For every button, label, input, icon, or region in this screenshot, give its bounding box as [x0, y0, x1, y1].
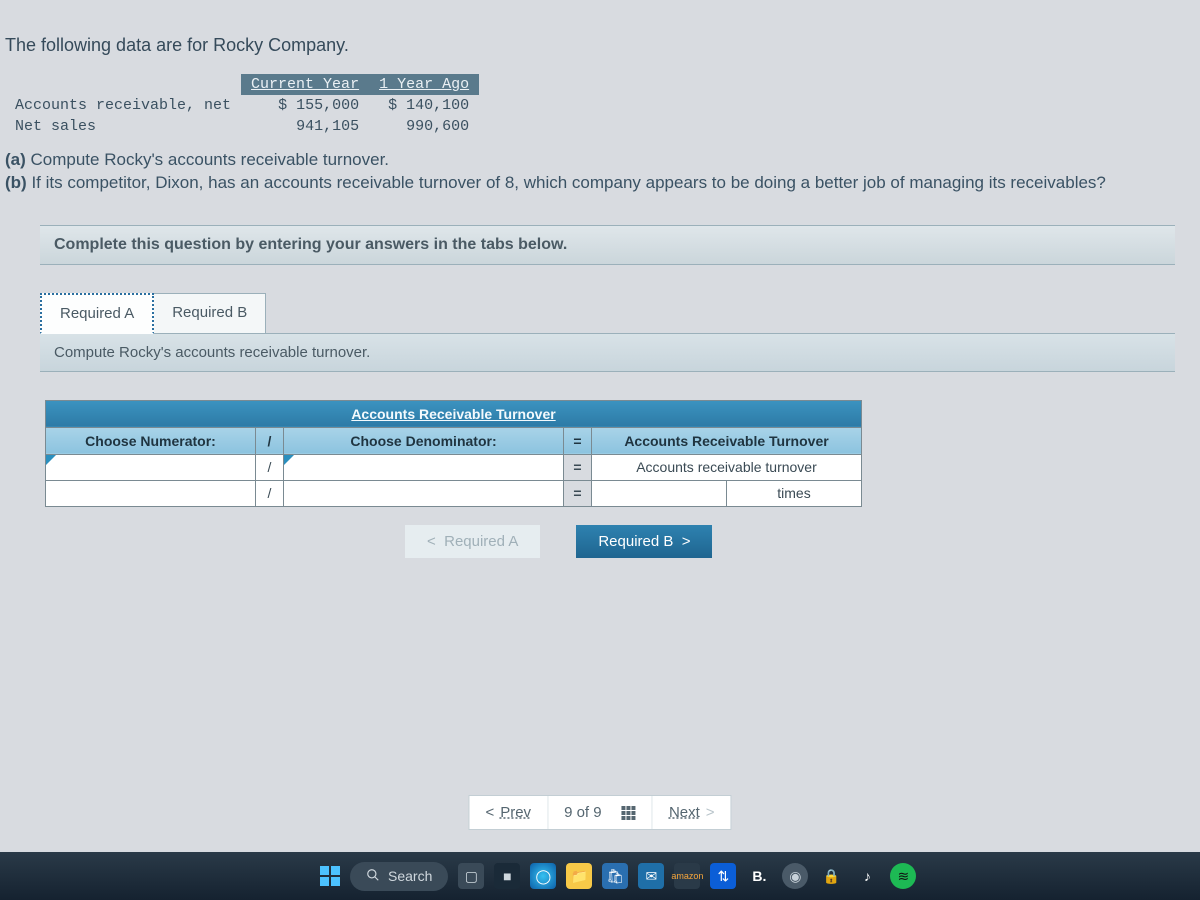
- pager-position: 9 of 9: [548, 796, 653, 829]
- question-block: (a) Compute Rocky's accounts receivable …: [5, 149, 1190, 195]
- numerator-select-1[interactable]: [46, 454, 256, 480]
- col-header-current: Current Year: [241, 74, 369, 95]
- col-numerator: Choose Numerator:: [46, 427, 256, 454]
- col-slash: /: [256, 427, 284, 454]
- dropbox-icon[interactable]: ⇅: [710, 863, 736, 889]
- pager-prev[interactable]: < Prev: [469, 796, 548, 829]
- chevron-left-icon: <: [485, 804, 494, 821]
- tiktok-icon[interactable]: ♪: [854, 863, 880, 889]
- pager: < Prev 9 of 9 Next >: [468, 795, 731, 830]
- grid-icon[interactable]: [622, 806, 636, 820]
- numerator-input[interactable]: [46, 480, 256, 506]
- chevron-right-icon: >: [706, 804, 715, 821]
- start-button[interactable]: [320, 866, 340, 886]
- security-icon[interactable]: 🔒: [818, 863, 844, 889]
- result-unit: times: [727, 480, 862, 506]
- calc-header-top: Accounts Receivable Turnover: [46, 400, 862, 427]
- table-row: Accounts receivable, net $ 155,000 $ 140…: [5, 95, 479, 116]
- row-label: Net sales: [5, 116, 241, 137]
- chevron-right-icon: >: [673, 533, 690, 550]
- chevron-left-icon: <: [427, 533, 444, 550]
- result-label: Accounts receivable turnover: [592, 454, 862, 480]
- denominator-input[interactable]: [284, 480, 564, 506]
- col-equals: =: [564, 427, 592, 454]
- col-denominator: Choose Denominator:: [284, 427, 564, 454]
- intro-text: The following data are for Rocky Company…: [5, 35, 1190, 56]
- table-row: Net sales 941,105 990,600: [5, 116, 479, 137]
- denominator-select-1[interactable]: [284, 454, 564, 480]
- col-result: Accounts Receivable Turnover: [592, 427, 862, 454]
- tabs-row: Required A Required B: [40, 293, 1175, 334]
- financial-data-table: Current Year 1 Year Ago Accounts receiva…: [5, 74, 479, 137]
- explorer-icon[interactable]: 📁: [566, 863, 592, 889]
- prev-step-button: < Required A: [405, 525, 540, 558]
- col-header-prior: 1 Year Ago: [369, 74, 479, 95]
- store-icon[interactable]: 🛍: [602, 863, 628, 889]
- instruction-bar: Complete this question by entering your …: [40, 225, 1175, 265]
- app-b-icon[interactable]: B.: [746, 863, 772, 889]
- task-view-icon[interactable]: ▢: [458, 863, 484, 889]
- app-icon[interactable]: ■: [494, 863, 520, 889]
- spotify-icon[interactable]: ≋: [890, 863, 916, 889]
- app-icon-circle[interactable]: ◉: [782, 863, 808, 889]
- search-icon: [366, 868, 380, 885]
- row-label: Accounts receivable, net: [5, 95, 241, 116]
- tab-required-a[interactable]: Required A: [40, 293, 154, 334]
- windows-taskbar: Search ▢ ■ ◯ 📁 🛍 ✉ amazon ⇅ B. ◉ 🔒 ♪ ≋: [0, 852, 1200, 900]
- amazon-icon[interactable]: amazon: [674, 863, 700, 889]
- tab-subheader: Compute Rocky's accounts receivable turn…: [40, 334, 1175, 372]
- next-step-button[interactable]: Required B >: [576, 525, 712, 558]
- taskbar-search[interactable]: Search: [350, 862, 448, 891]
- mail-icon[interactable]: ✉: [638, 863, 664, 889]
- pager-next[interactable]: Next >: [653, 796, 731, 829]
- edge-icon[interactable]: ◯: [530, 863, 556, 889]
- result-input[interactable]: [592, 480, 727, 506]
- calculation-table: Accounts Receivable Turnover Choose Nume…: [45, 400, 862, 507]
- tab-required-b[interactable]: Required B: [153, 293, 266, 333]
